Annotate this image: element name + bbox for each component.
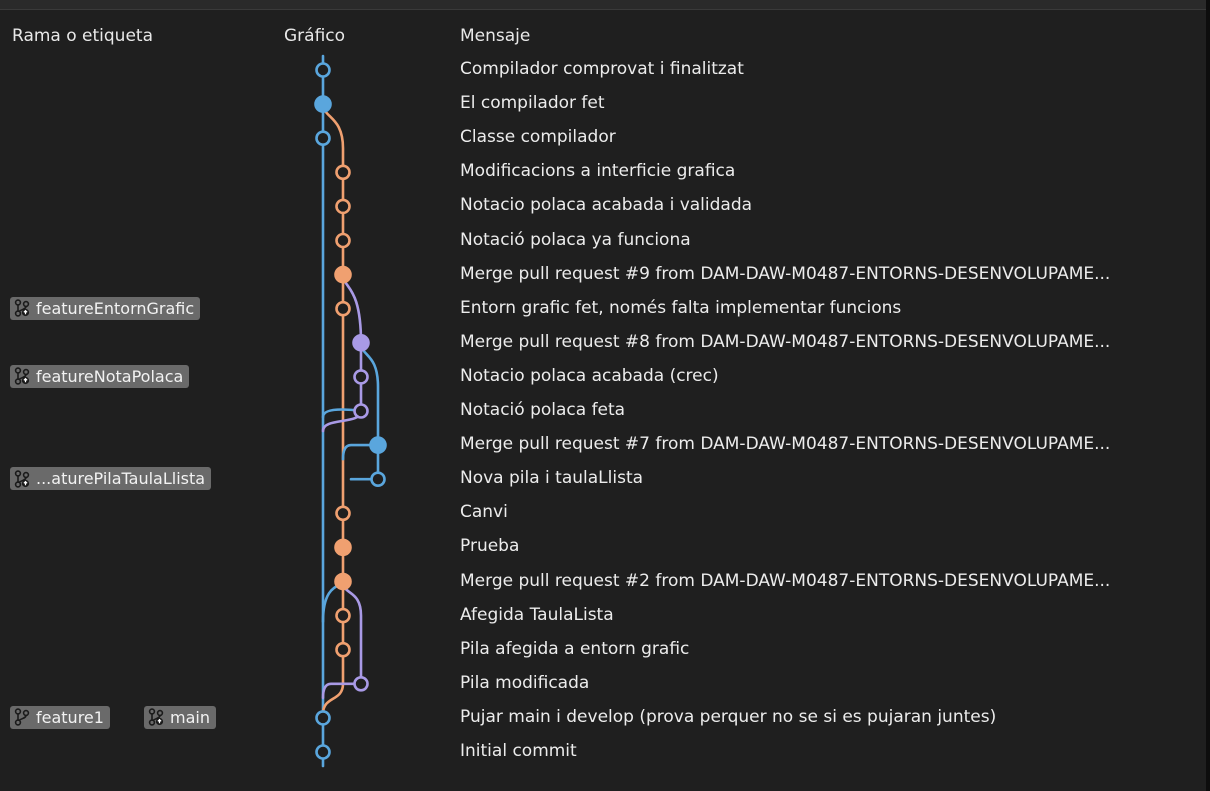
commit-message: Afegida TaulaLista (460, 604, 614, 625)
commit-node[interactable] (353, 369, 369, 385)
commit-node[interactable] (315, 744, 331, 760)
commit-node[interactable] (353, 675, 369, 692)
commit-node[interactable] (315, 710, 331, 726)
commit-message: Merge pull request #9 from DAM-DAW-M0487… (460, 263, 1111, 284)
commit-message: Initial commit (460, 741, 577, 761)
commit-node[interactable] (352, 333, 370, 352)
commit-message: Pujar main i develop (prova perquer no s… (460, 706, 997, 727)
commit-node[interactable] (335, 164, 351, 181)
commit-node[interactable] (353, 403, 369, 419)
commit-node[interactable] (334, 572, 352, 591)
commit-node[interactable] (315, 130, 331, 146)
commit-message: Notacio polaca acabada (crec) (460, 365, 719, 386)
commit-message: Prueba (460, 536, 520, 557)
commit-message: Entorn grafic fet, només falta implement… (460, 297, 902, 318)
commit-node[interactable] (334, 265, 352, 284)
commit-message: Merge pull request #7 from DAM-DAW-M0487… (460, 434, 1111, 455)
commit-node[interactable] (335, 607, 351, 624)
git-history-panel: Rama o etiqueta Gráfico Mensaje Compilad… (0, 0, 1210, 791)
commit-node[interactable] (334, 538, 352, 557)
commit-message: Notacio polaca acabada i validada (460, 195, 753, 216)
commit-message: Notació polaca feta (460, 400, 626, 420)
commit-message: Merge pull request #2 from DAM-DAW-M0487… (460, 570, 1111, 591)
commit-message: Classe compilador (460, 127, 616, 148)
commit-node[interactable] (335, 300, 351, 317)
commit-message: Notació polaca ya funciona (460, 229, 691, 250)
scrollbar-track[interactable] (1206, 0, 1210, 791)
commit-message: Nova pila i taulaLlista (460, 468, 644, 489)
commit-message: Modificacions a interficie grafica (460, 161, 736, 182)
commit-graph (314, 54, 387, 768)
commit-message: Pila modificada (460, 672, 590, 693)
commit-node[interactable] (335, 641, 351, 658)
commit-node[interactable] (370, 471, 386, 488)
commit-node[interactable] (314, 95, 332, 113)
commit-message: Merge pull request #8 from DAM-DAW-M0487… (460, 331, 1111, 352)
commit-node[interactable] (315, 62, 331, 78)
commit-message: El compilador fet (460, 93, 605, 114)
commit-node[interactable] (369, 436, 387, 454)
commit-node[interactable] (335, 198, 351, 215)
commit-message: Canvi (460, 502, 508, 523)
commit-node[interactable] (335, 505, 351, 522)
column-header-message[interactable]: Mensaje (460, 26, 530, 46)
commit-message: Pila afegida a entorn grafic (460, 638, 690, 659)
commit-message: Compilador comprovat i finalitzat (460, 59, 744, 79)
commit-node[interactable] (335, 232, 351, 249)
